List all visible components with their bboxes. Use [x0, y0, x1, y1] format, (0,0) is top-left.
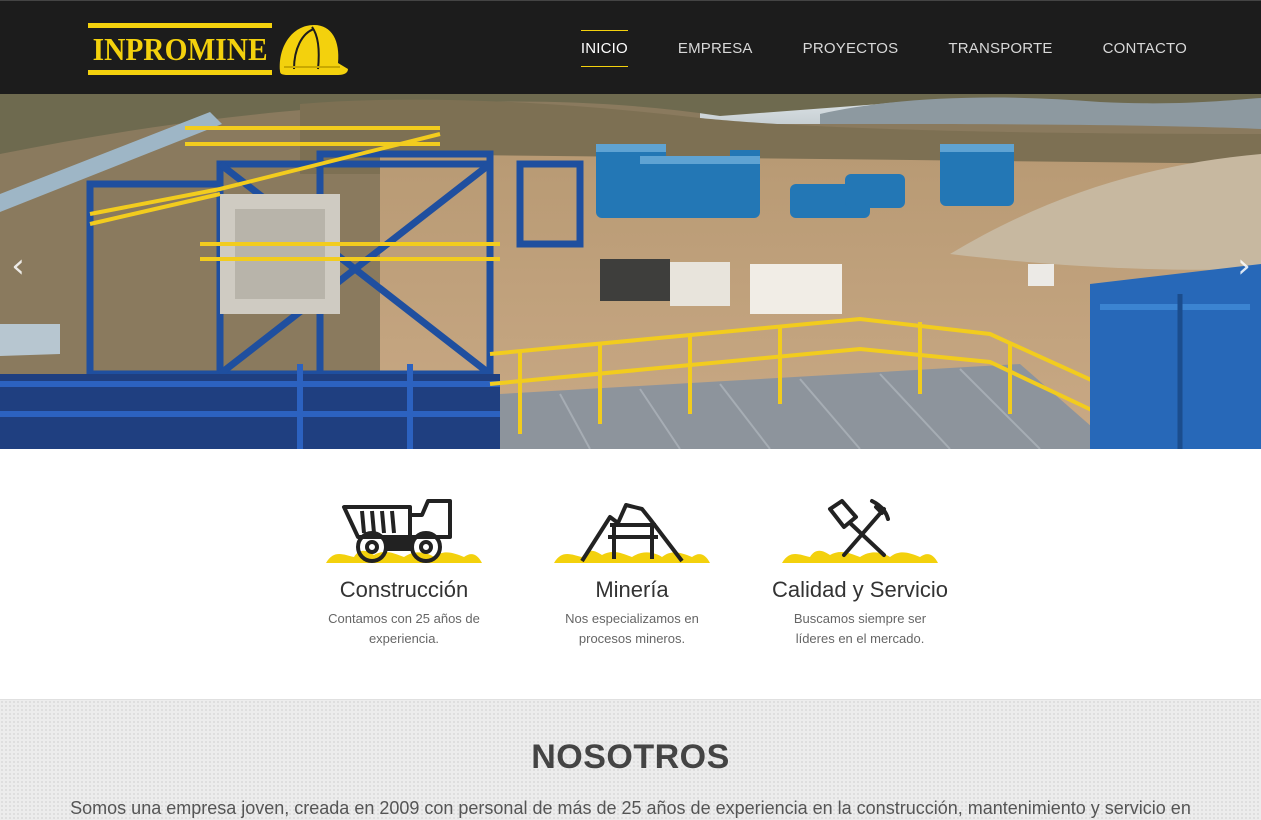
feature-calidad: Calidad y Servicio Buscamos siempre ser …: [760, 497, 960, 649]
site-logo[interactable]: INPROMINE: [88, 19, 350, 79]
feature-construccion: Construcción Contamos con 25 años de exp…: [304, 497, 504, 649]
about-text: Somos una empresa joven, creada en 2009 …: [70, 798, 1191, 818]
hero-slider: ‹ ›: [0, 94, 1261, 449]
feature-text: Contamos con 25 años de experiencia.: [328, 611, 480, 646]
feature-title: Minería: [595, 577, 669, 602]
nav-proyectos[interactable]: PROYECTOS: [803, 32, 899, 65]
feature-title: Calidad y Servicio: [771, 577, 949, 602]
logo-wordmark: INPROMINE: [88, 23, 272, 75]
site-header: INPROMINE INICIO EMPRESA PROYECTOS TRANS…: [0, 0, 1261, 94]
feature-text: Nos especializamos en procesos mineros.: [565, 611, 699, 646]
main-nav: INICIO EMPRESA PROYECTOS TRANSPORTE CONT…: [531, 1, 1187, 95]
features-section: Construcción Contamos con 25 años de exp…: [0, 449, 1261, 699]
about-title: NOSOTROS: [531, 738, 730, 776]
slider-prev-arrow[interactable]: ‹: [3, 246, 33, 286]
feature-mineria: Minería Nos especializamos en procesos m…: [532, 497, 732, 649]
nav-empresa[interactable]: EMPRESA: [678, 32, 753, 65]
slider-next-arrow[interactable]: ›: [1229, 246, 1259, 286]
nav-contacto[interactable]: CONTACTO: [1103, 32, 1187, 65]
about-section: NOSOTROS Somos una empresa joven, creada…: [0, 699, 1261, 820]
shovel-pickaxe-icon: [782, 499, 938, 563]
dump-truck-icon: [326, 499, 482, 563]
nav-inicio[interactable]: INICIO: [580, 29, 628, 67]
nav-transporte[interactable]: TRANSPORTE: [948, 32, 1052, 65]
mine-entrance-icon: [554, 503, 710, 563]
hard-hat-icon: [279, 25, 348, 75]
feature-title: Construcción: [339, 577, 469, 602]
logo-text: INPROMINE: [92, 31, 268, 67]
hero-image: [0, 94, 1261, 449]
feature-text: Buscamos siempre ser líderes en el merca…: [793, 611, 927, 646]
